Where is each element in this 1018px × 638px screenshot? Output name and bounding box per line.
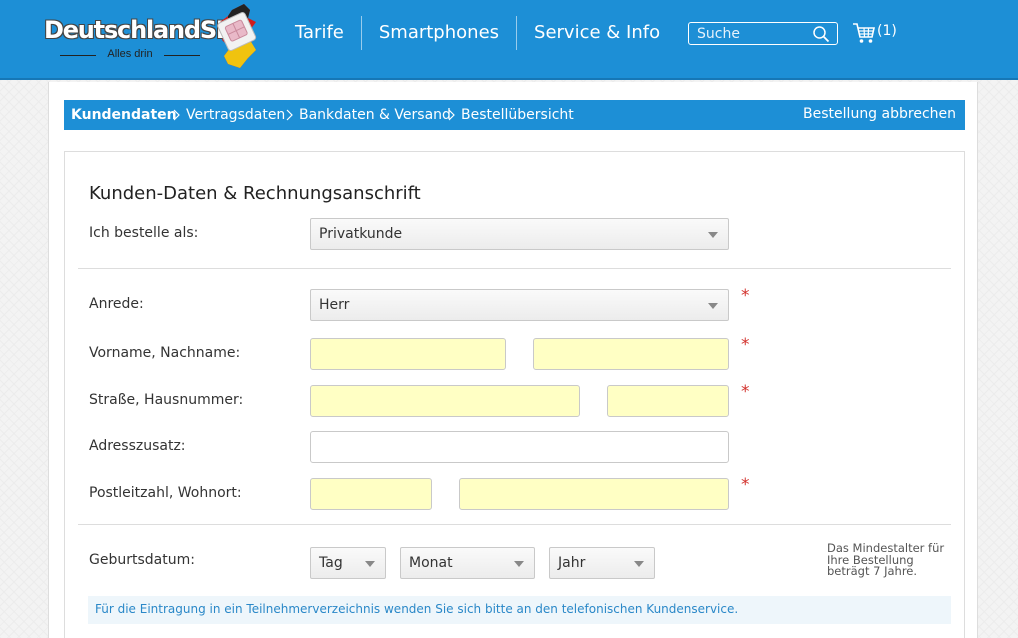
required-marker: * — [741, 382, 750, 402]
cart-count: (1) — [877, 23, 897, 39]
directory-notice: Für die Eintragung in ein Teilnehmerverz… — [88, 596, 951, 624]
search-input[interactable] — [697, 24, 807, 43]
birth-month-select[interactable]: Monat — [400, 547, 535, 579]
chevron-down-icon — [708, 232, 718, 238]
chevron-right-icon — [173, 109, 180, 121]
salutation-value: Herr — [319, 297, 350, 313]
deutschlandsim-logo[interactable]: DeutschlandSIM Alles drin — [44, 4, 270, 68]
nav-smartphones[interactable]: Smartphones — [360, 16, 516, 50]
sim-card-germany-icon — [217, 4, 257, 68]
chevron-down-icon — [365, 561, 375, 567]
chevron-down-icon — [708, 303, 718, 309]
step-bankdaten-versand[interactable]: Bankdaten & Versand — [299, 100, 451, 130]
name-label: Vorname, Nachname: — [89, 345, 241, 361]
birthdate-label: Geburtsdatum: — [89, 552, 195, 568]
salutation-label: Anrede: — [89, 296, 144, 312]
nav-service-info[interactable]: Service & Info — [516, 16, 677, 50]
city-label: Postleitzahl, Wohnort: — [89, 485, 242, 501]
search-icon[interactable] — [812, 25, 830, 43]
customer-type-select[interactable]: Privatkunde — [310, 218, 729, 250]
birth-day-select[interactable]: Tag — [310, 547, 386, 579]
street-field[interactable] — [310, 385, 580, 417]
customer-type-value: Privatkunde — [319, 226, 403, 242]
birth-month-value: Monat — [409, 555, 453, 571]
cancel-order-link[interactable]: Bestellung abbrechen — [803, 100, 956, 128]
step-bestelluebersicht[interactable]: Bestellübersicht — [461, 100, 574, 130]
birth-day-value: Tag — [319, 555, 343, 571]
required-marker: * — [741, 475, 750, 495]
order-as-label: Ich bestelle als: — [89, 225, 199, 241]
form-title: Kunden-Daten & Rechnungsanschrift — [89, 183, 421, 204]
chevron-right-icon — [448, 109, 455, 121]
birth-year-value: Jahr — [558, 555, 586, 571]
search-box — [688, 22, 838, 45]
last-name-field[interactable] — [533, 338, 729, 370]
zip-code-field[interactable] — [310, 478, 432, 510]
cart-button[interactable]: (1) — [852, 22, 897, 44]
street-label: Straße, Hausnummer: — [89, 392, 244, 408]
checkout-steps-bar: Kundendaten Vertragsdaten Bankdaten & Ve… — [64, 100, 965, 130]
customer-data-form: Kunden-Daten & Rechnungsanschrift Ich be… — [64, 151, 965, 638]
minimum-age-hint: Das Mindestalter für Ihre Bestellung bet… — [827, 541, 945, 578]
checkout-panel: Kundendaten Vertragsdaten Bankdaten & Ve… — [48, 82, 978, 638]
step-kundendaten[interactable]: Kundendaten — [71, 100, 177, 130]
address-extra-field[interactable] — [310, 431, 729, 463]
site-header: DeutschlandSIM Alles drin Tarife Smartph… — [0, 0, 1018, 80]
house-number-field[interactable] — [607, 385, 729, 417]
salutation-select[interactable]: Herr — [310, 289, 729, 321]
birth-year-select[interactable]: Jahr — [549, 547, 655, 579]
city-field[interactable] — [459, 478, 729, 510]
required-marker: * — [741, 335, 750, 355]
required-marker: * — [741, 286, 750, 306]
logo-tagline: Alles drin — [60, 48, 200, 60]
chevron-right-icon — [286, 109, 293, 121]
main-nav: Tarife Smartphones Service & Info — [278, 16, 677, 50]
divider — [78, 524, 951, 525]
shopping-cart-icon — [853, 23, 875, 43]
chevron-down-icon — [634, 561, 644, 567]
first-name-field[interactable] — [310, 338, 506, 370]
step-vertragsdaten[interactable]: Vertragsdaten — [186, 100, 285, 130]
divider — [78, 268, 951, 269]
address-extra-label: Adresszusatz: — [89, 438, 186, 454]
nav-tarife[interactable]: Tarife — [278, 16, 361, 50]
chevron-down-icon — [514, 561, 524, 567]
